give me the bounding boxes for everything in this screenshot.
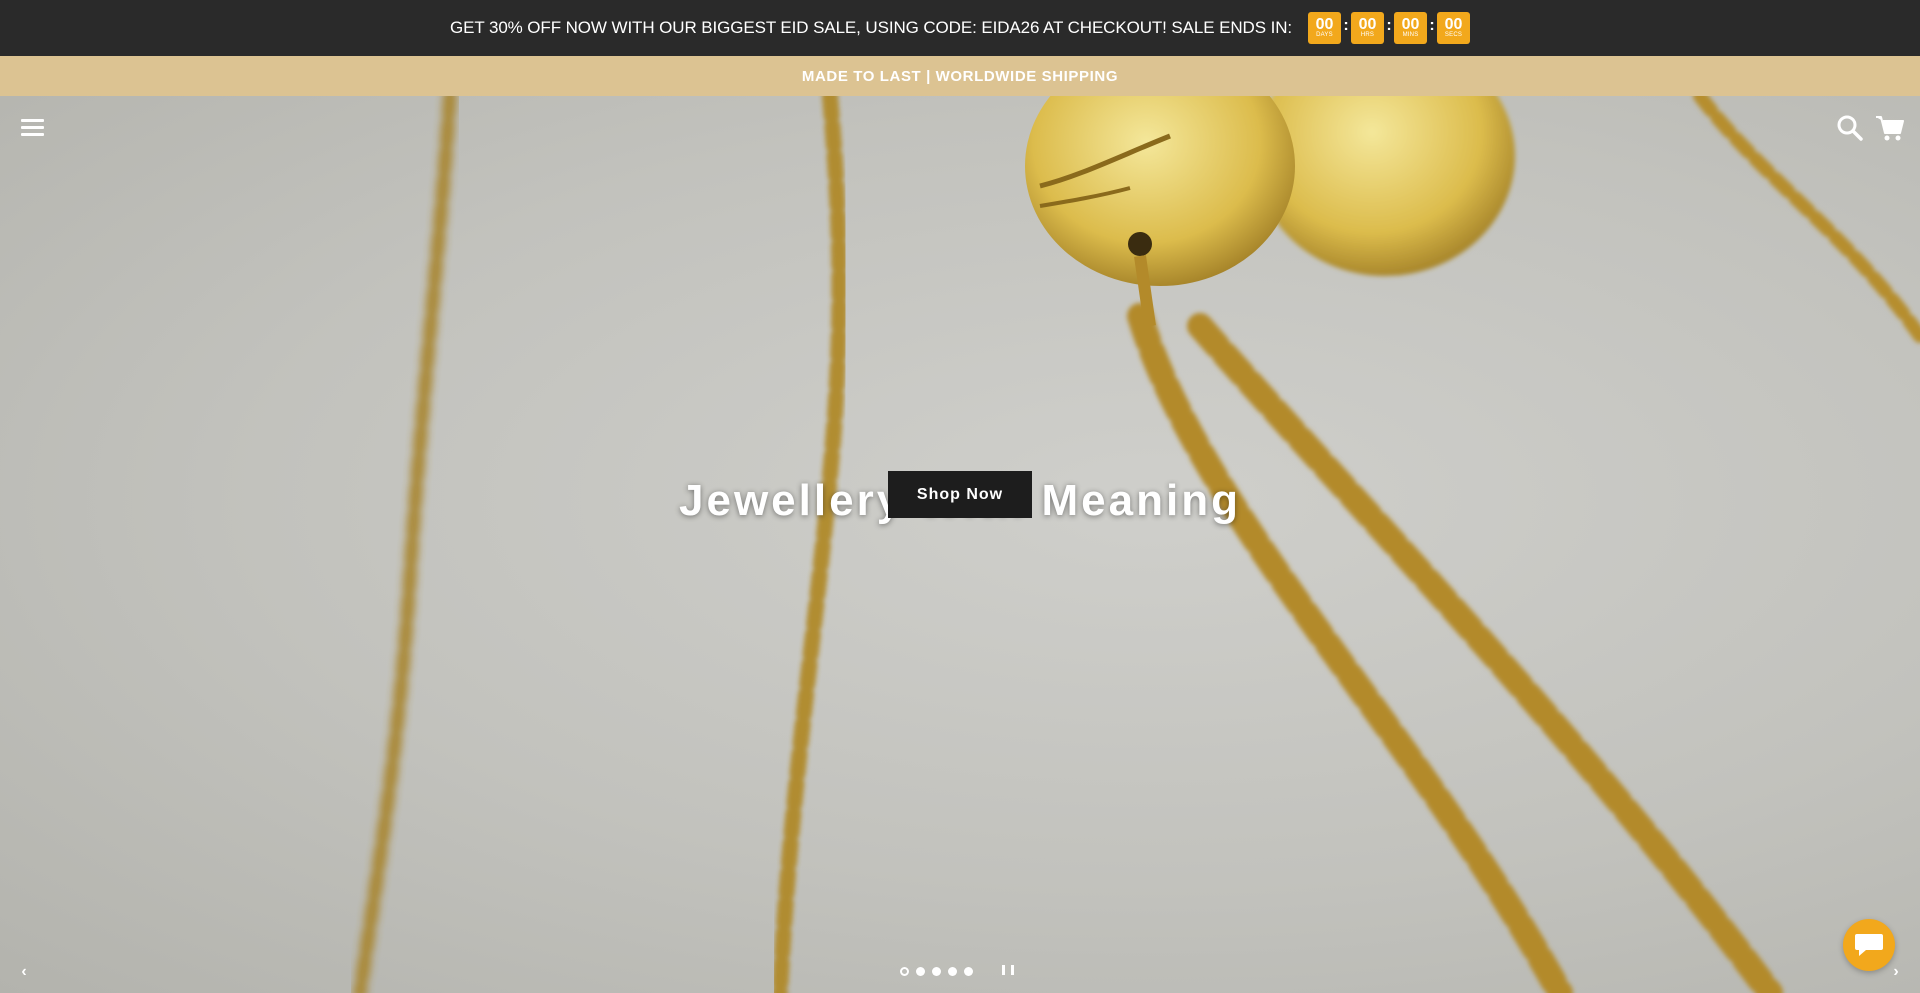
slider-dots	[900, 967, 980, 976]
promo-text: GET 30% OFF NOW WITH OUR BIGGEST EID SAL…	[450, 18, 1292, 37]
slider-dot-4[interactable]	[948, 967, 957, 976]
cart-icon[interactable]	[1875, 114, 1905, 142]
hero-slideshow: Jewellery With Meaning	[0, 96, 1920, 993]
countdown-timer: 00 DAYS : 00 HRS : 00 MINS : 00 SECS	[1308, 12, 1470, 44]
slider-dot-1[interactable]	[900, 967, 909, 976]
countdown-days-value: 00	[1315, 16, 1334, 33]
slider-dot-5[interactable]	[964, 967, 973, 976]
slider-next-arrow[interactable]: ›	[1888, 962, 1904, 982]
countdown-seconds-label: SECS	[1444, 32, 1463, 38]
slider-dot-2[interactable]	[916, 967, 925, 976]
shop-now-button[interactable]: Shop Now	[888, 471, 1032, 518]
countdown-days: 00 DAYS	[1308, 12, 1341, 44]
search-icon[interactable]	[1836, 114, 1864, 142]
countdown-minutes-value: 00	[1401, 16, 1420, 33]
countdown-days-label: DAYS	[1316, 32, 1333, 38]
chat-bubble-icon[interactable]	[1843, 919, 1895, 971]
hamburger-menu-icon[interactable]	[21, 119, 44, 137]
hero-image-necklace	[353, 96, 1920, 993]
countdown-seconds-value: 00	[1444, 16, 1463, 33]
countdown-minutes-label: MINS	[1402, 32, 1419, 38]
announcement-text: MADE TO LAST | WORLDWIDE SHIPPING	[801, 67, 1119, 85]
countdown-hours-label: HRS	[1360, 32, 1375, 38]
slider-pause-icon[interactable]	[1002, 965, 1014, 978]
slider-prev-arrow[interactable]: ‹	[16, 962, 32, 982]
slider-dot-3[interactable]	[932, 967, 941, 976]
countdown-seconds: 00 SECS	[1437, 12, 1470, 44]
countdown-hours: 00 HRS	[1351, 12, 1384, 44]
promo-bar: GET 30% OFF NOW WITH OUR BIGGEST EID SAL…	[0, 0, 1920, 56]
countdown-separator: :	[1429, 17, 1435, 34]
announcement-bar: MADE TO LAST | WORLDWIDE SHIPPING	[0, 56, 1920, 96]
countdown-separator: :	[1386, 17, 1392, 34]
countdown-hours-value: 00	[1358, 16, 1377, 33]
countdown-separator: :	[1343, 17, 1349, 34]
countdown-minutes: 00 MINS	[1394, 12, 1427, 44]
